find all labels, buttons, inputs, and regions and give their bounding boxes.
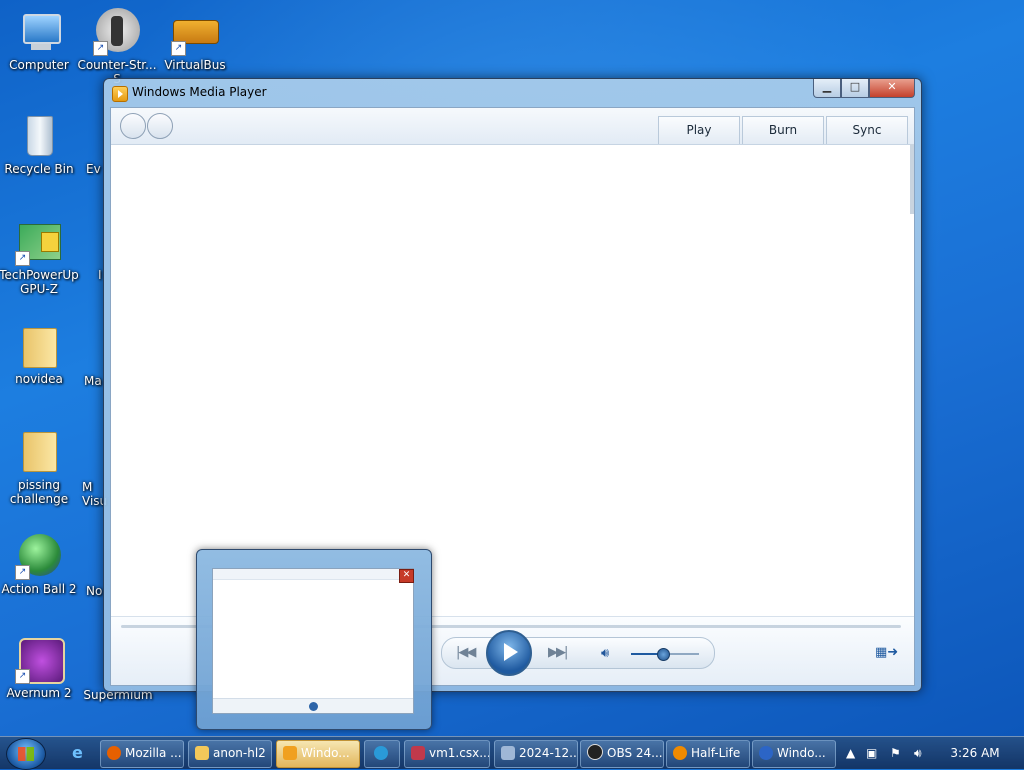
desktop-icon-label: Avernum 2 [6,686,72,700]
avernum-icon: ↗ [15,636,65,684]
desktop-icon-label: novidea [15,372,63,386]
close-icon[interactable]: ✕ [399,569,414,583]
help-icon [759,746,773,760]
action-ball-icon: ↗ [15,532,63,580]
previous-icon[interactable]: |◀◀ [456,645,476,660]
volume-icon[interactable]: 🔊︎ [914,746,922,761]
taskbar-item-app[interactable] [364,740,400,768]
half-life-icon [673,746,687,760]
desktop-icon-virtualbus[interactable]: ↗ VirtualBus [153,8,237,72]
tab-play[interactable]: Play [658,116,740,144]
action-center-flag-icon[interactable]: ⚑ [890,746,901,760]
folder-icon [15,428,63,476]
media-player-icon [112,86,128,102]
taskbar-item-half-life[interactable]: Half-Life [666,740,750,768]
window-controls: ▁ □ ✕ [813,79,915,99]
desktop-icon-action-ball[interactable]: ↗ Action Ball 2 [0,532,81,596]
counter-strike-icon: ↗ [93,8,141,56]
taskbar-item-mozilla[interactable]: Mozilla ... [100,740,184,768]
ie-icon[interactable]: e [66,740,94,766]
back-button[interactable] [120,113,146,139]
show-hidden-icons-icon[interactable]: ▲ [846,746,855,760]
desktop-icon-label: Computer [9,58,69,72]
recycle-bin-icon [15,112,63,160]
network-icon[interactable]: ▣ [866,746,877,760]
volume-knob[interactable] [656,648,670,661]
desktop-icon-avernum[interactable]: ↗ Avernum 2 [0,636,81,700]
taskbar-item-help[interactable]: Windo... [752,740,836,768]
shortcut-arrow-icon: ↗ [171,41,186,56]
speaker-icon[interactable]: 🔊︎ [601,646,609,661]
desktop-icon-label: Recycle Bin [4,162,74,176]
obs-icon [587,744,603,760]
taskbar-item-anon-hl2[interactable]: anon-hl2 [188,740,272,768]
desktop-icon-recycle-bin[interactable]: Recycle Bin [0,112,81,176]
thumbnail-image [212,568,414,714]
folder-icon [15,322,63,370]
folder-icon [195,746,209,760]
next-icon[interactable]: ▶▶| [548,645,568,660]
switch-to-now-playing-icon[interactable]: ▦➜ [875,645,898,660]
desktop-icon-label: pissing challenge [9,478,69,506]
clock[interactable]: 3:26 AM [940,737,1010,769]
forward-button[interactable] [147,113,173,139]
taskbar: e Mozilla ... anon-hl2 Windo... vm1.csx.… [0,736,1024,770]
minimize-button[interactable]: ▁ [813,79,841,98]
shortcut-arrow-icon: ↗ [15,251,30,266]
virtualbus-icon: ↗ [171,8,219,56]
desktop-icon-label: Action Ball 2 [1,582,77,596]
shortcut-arrow-icon: ↗ [15,565,30,580]
taskbar-item-vm[interactable]: vm1.csx... [404,740,490,768]
desktop-icon-computer[interactable]: Computer [0,8,81,72]
thumbnail-play-icon [309,702,318,711]
taskbar-item-notepad[interactable]: 2024-12... [494,740,578,768]
shortcut-arrow-icon: ↗ [93,41,108,56]
desktop-icon-novidea[interactable]: novidea [0,322,81,386]
thumbnail-toolbar [213,569,413,580]
desktop-icon-pissing-challenge[interactable]: pissing challenge [0,428,81,506]
vm-icon [411,746,425,760]
player-toolbar: Play Burn Sync [111,108,914,145]
desktop-icon-label: TechPowerUp GPU-Z [0,268,79,296]
scrollbar[interactable] [910,144,914,214]
gpuz-icon: ↗ [15,218,63,266]
media-player-icon [283,746,297,760]
shortcut-arrow-icon: ↗ [15,669,30,684]
tab-sync[interactable]: Sync [826,116,908,144]
windows-logo-icon [18,747,34,761]
start-button[interactable] [6,738,46,770]
computer-icon [15,8,63,56]
notepad-icon [501,746,515,760]
desktop-icon-gpuz[interactable]: ↗ TechPowerUp GPU-Z [0,218,81,296]
app-icon [374,746,388,760]
taskbar-thumbnail-preview[interactable]: ✕ [196,549,432,730]
maximize-button[interactable]: □ [841,79,869,98]
desktop-icon-counter-strike[interactable]: ↗ Counter-Str... S [75,8,159,86]
taskbar-item-obs[interactable]: OBS 24.... [580,740,664,768]
desktop-icon-label: VirtualBus [164,58,226,72]
window-title: Windows Media Player [132,85,267,99]
tab-burn[interactable]: Burn [742,116,824,144]
firefox-icon [107,746,121,760]
close-button[interactable]: ✕ [869,79,915,98]
taskbar-item-media-player[interactable]: Windo... [276,740,360,768]
volume-slider[interactable] [631,648,699,661]
play-button[interactable] [486,630,532,676]
